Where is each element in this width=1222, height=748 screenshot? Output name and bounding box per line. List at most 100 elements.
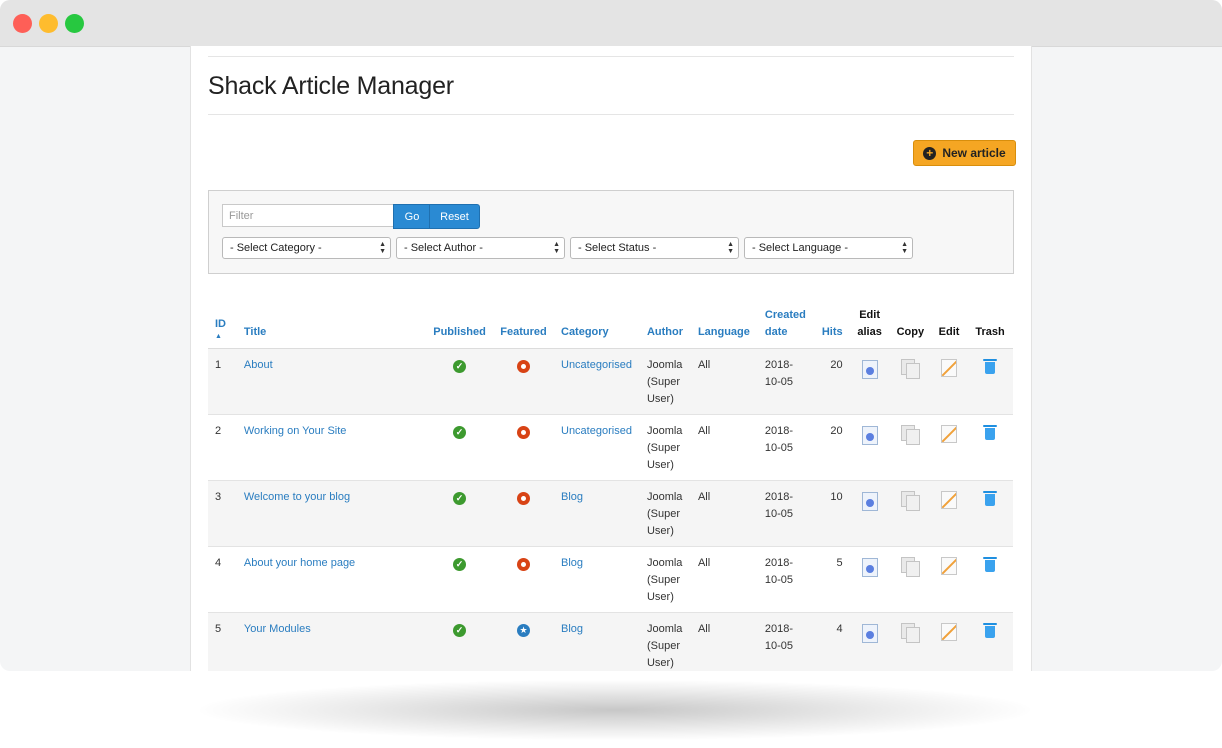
language-select-value: - Select Language - xyxy=(752,242,849,254)
author-select-value: - Select Author - xyxy=(404,242,483,254)
col-title-header[interactable]: Title xyxy=(236,305,427,349)
category-link[interactable]: Blog xyxy=(561,491,583,503)
edit-pencil-icon[interactable] xyxy=(941,359,958,377)
trash-icon[interactable] xyxy=(983,623,998,638)
status-select[interactable]: - Select Status - ▲ ▼ xyxy=(570,237,739,259)
table-row: 3 Welcome to your blog ✓ Blog Joomla (Su… xyxy=(208,480,1013,547)
edit-alias-icon[interactable] xyxy=(861,426,878,445)
copy-icon[interactable] xyxy=(901,359,921,379)
col-id-header[interactable]: ID ▲ xyxy=(208,305,237,349)
category-link[interactable]: Blog xyxy=(561,623,583,635)
article-title-link[interactable]: About your home page xyxy=(244,557,355,569)
window-shadow xyxy=(200,680,1030,740)
check-circle-icon[interactable]: ✓ xyxy=(453,426,467,439)
cell-author: Joomla (Super User) xyxy=(639,348,691,415)
unfeatured-circle-icon[interactable] xyxy=(517,426,530,439)
category-select-value: - Select Category - xyxy=(230,242,322,254)
table-row: 1 About ✓ Uncategorised Joomla (Super Us… xyxy=(208,348,1013,415)
new-article-label: New article xyxy=(942,146,1006,160)
filter-input[interactable] xyxy=(222,204,398,227)
col-category-header[interactable]: Category xyxy=(554,305,640,349)
copy-icon[interactable] xyxy=(901,557,921,577)
article-title-link[interactable]: Working on Your Site xyxy=(244,425,347,437)
edit-alias-icon[interactable] xyxy=(861,360,878,379)
col-created-header[interactable]: Created date xyxy=(757,305,815,349)
col-author-header[interactable]: Author xyxy=(639,305,691,349)
sort-ascending-icon: ▲ xyxy=(215,333,222,340)
unfeatured-circle-icon[interactable] xyxy=(517,360,530,373)
page-title: Shack Article Manager xyxy=(208,72,454,100)
cell-author: Joomla (Super User) xyxy=(639,546,691,613)
cell-language: All xyxy=(690,612,758,671)
cell-id: 3 xyxy=(208,480,237,547)
select-arrows-icon: ▲ ▼ xyxy=(379,241,386,255)
check-circle-icon[interactable]: ✓ xyxy=(453,624,467,637)
unfeatured-circle-icon[interactable] xyxy=(517,492,530,505)
check-circle-icon[interactable]: ✓ xyxy=(453,558,467,571)
author-select[interactable]: - Select Author - ▲ ▼ xyxy=(396,237,565,259)
table-row: 4 About your home page ✓ Blog Joomla (Su… xyxy=(208,546,1013,613)
col-featured-header[interactable]: Featured xyxy=(493,305,554,349)
category-link[interactable]: Uncategorised xyxy=(561,425,632,437)
cell-hits: 20 xyxy=(814,348,850,415)
trash-icon[interactable] xyxy=(983,359,998,374)
top-divider xyxy=(208,56,1014,57)
check-circle-icon[interactable]: ✓ xyxy=(453,360,467,373)
trash-icon[interactable] xyxy=(983,491,998,506)
status-select-value: - Select Status - xyxy=(578,242,657,254)
minimize-window-button[interactable] xyxy=(39,14,58,33)
close-window-button[interactable] xyxy=(13,14,32,33)
cell-hits: 10 xyxy=(814,480,850,547)
edit-pencil-icon[interactable] xyxy=(941,623,958,641)
trash-icon[interactable] xyxy=(983,425,998,440)
cell-author: Joomla (Super User) xyxy=(639,612,691,671)
col-hits-header[interactable]: Hits xyxy=(814,305,850,349)
maximize-window-button[interactable] xyxy=(65,14,84,33)
category-link[interactable]: Blog xyxy=(561,557,583,569)
select-arrows-icon: ▲ ▼ xyxy=(727,241,734,255)
copy-icon[interactable] xyxy=(901,425,921,445)
title-divider xyxy=(208,114,1014,115)
select-arrows-icon: ▲ ▼ xyxy=(553,241,560,255)
go-button[interactable]: Go xyxy=(393,204,431,229)
edit-alias-icon[interactable] xyxy=(861,558,878,577)
article-title-link[interactable]: About xyxy=(244,359,273,371)
col-copy-header: Copy xyxy=(889,305,932,349)
edit-pencil-icon[interactable] xyxy=(941,425,958,443)
window-titlebar xyxy=(0,0,1222,47)
edit-pencil-icon[interactable] xyxy=(941,491,958,509)
col-published-header[interactable]: Published xyxy=(426,305,494,349)
trash-icon[interactable] xyxy=(983,557,998,572)
cell-created-date: 2018-10-05 xyxy=(757,414,815,481)
cell-id: 5 xyxy=(208,612,237,671)
table-row: 2 Working on Your Site ✓ Uncategorised J… xyxy=(208,414,1013,481)
edit-alias-icon[interactable] xyxy=(861,624,878,643)
browser-window: Shack Article Manager + New article Go R… xyxy=(0,0,1222,671)
copy-icon[interactable] xyxy=(901,623,921,643)
col-language-header[interactable]: Language xyxy=(690,305,758,349)
article-manager-page: Shack Article Manager + New article Go R… xyxy=(190,46,1032,671)
cell-created-date: 2018-10-05 xyxy=(757,546,815,613)
reset-button[interactable]: Reset xyxy=(429,204,480,229)
cell-id: 2 xyxy=(208,414,237,481)
cell-language: All xyxy=(690,480,758,547)
unfeatured-circle-icon[interactable] xyxy=(517,558,530,571)
cell-created-date: 2018-10-05 xyxy=(757,612,815,671)
cell-created-date: 2018-10-05 xyxy=(757,480,815,547)
star-circle-icon[interactable]: ★ xyxy=(517,624,530,637)
category-select[interactable]: - Select Category - ▲ ▼ xyxy=(222,237,391,259)
cell-language: All xyxy=(690,414,758,481)
new-article-button[interactable]: + New article xyxy=(913,140,1016,166)
article-title-link[interactable]: Welcome to your blog xyxy=(244,491,350,503)
edit-pencil-icon[interactable] xyxy=(941,557,958,575)
edit-alias-icon[interactable] xyxy=(861,492,878,511)
cell-language: All xyxy=(690,546,758,613)
category-link[interactable]: Uncategorised xyxy=(561,359,632,371)
cell-hits: 20 xyxy=(814,414,850,481)
check-circle-icon[interactable]: ✓ xyxy=(453,492,467,505)
article-title-link[interactable]: Your Modules xyxy=(244,623,311,635)
language-select[interactable]: - Select Language - ▲ ▼ xyxy=(744,237,913,259)
cell-created-date: 2018-10-05 xyxy=(757,348,815,415)
copy-icon[interactable] xyxy=(901,491,921,511)
cell-id: 1 xyxy=(208,348,237,415)
